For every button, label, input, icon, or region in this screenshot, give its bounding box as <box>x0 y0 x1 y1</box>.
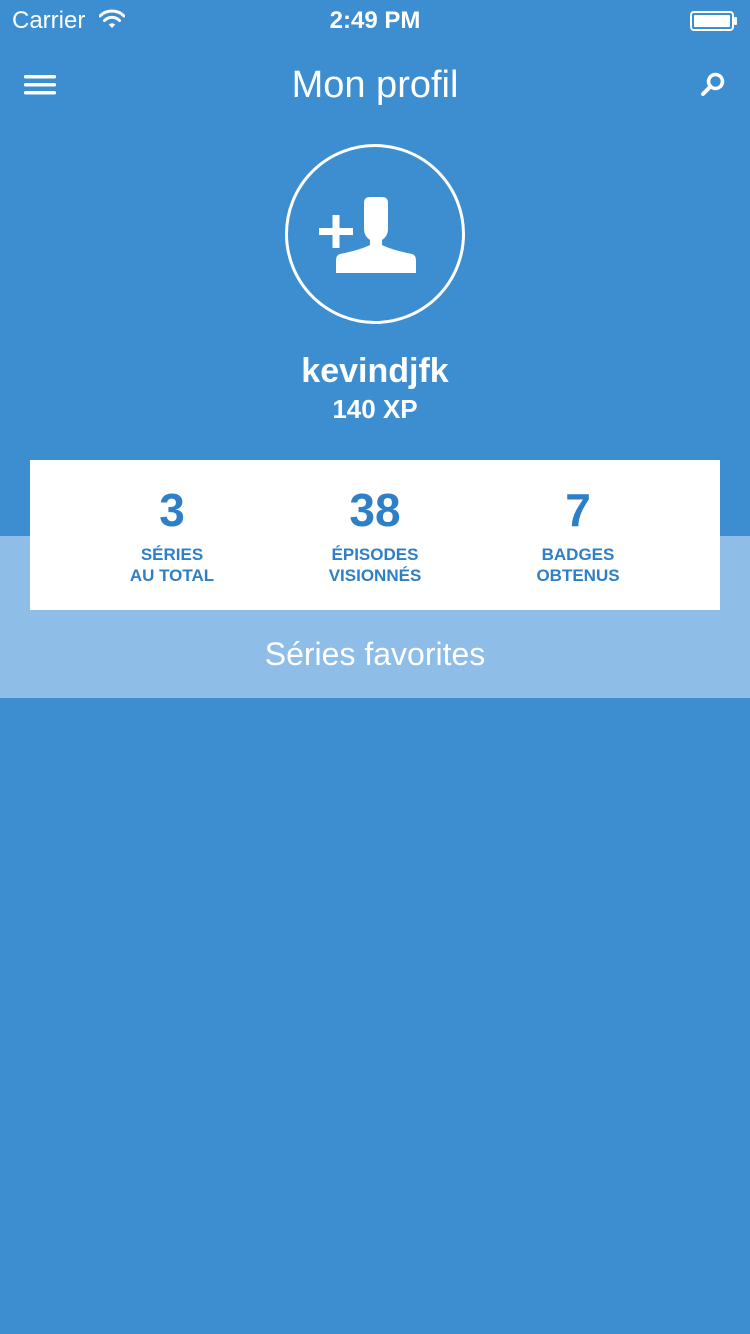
search-icon[interactable] <box>688 60 738 110</box>
stat-series-total: 3 SÉRIES AU TOTAL <box>57 460 287 610</box>
stat-label-line1: SÉRIES <box>140 545 204 564</box>
stat-label-line1: ÉPISODES <box>331 545 419 564</box>
battery-icon <box>690 11 738 31</box>
page-title: Mon profil <box>291 64 459 106</box>
stats-card: 3 SÉRIES AU TOTAL 38 ÉPISODES VISIONNÉS … <box>30 460 720 610</box>
stat-value: 38 <box>349 484 401 536</box>
add-user-icon <box>319 197 416 273</box>
stat-episodes-watched: 38 ÉPISODES VISIONNÉS <box>260 460 490 610</box>
status-time: 2:49 PM <box>329 7 421 34</box>
stat-label-line2: VISIONNÉS <box>328 566 422 585</box>
stat-badges-earned: 7 BADGES OBTENUS <box>463 460 693 610</box>
username: kevindjfk <box>301 352 449 390</box>
status-bar: Carrier 2:49 PM <box>0 0 750 40</box>
xp-points: 140 XP <box>332 394 418 424</box>
nav-bar: Mon profil <box>0 40 750 130</box>
stat-label-line1: BADGES <box>541 545 615 564</box>
stat-value: 7 <box>565 484 591 536</box>
favorite-series-tab[interactable]: Séries favorites <box>0 632 750 676</box>
stat-label-line2: OBTENUS <box>536 566 620 585</box>
add-profile-photo-button[interactable] <box>285 144 465 324</box>
stat-label-line2: AU TOTAL <box>129 566 215 585</box>
hamburger-menu-icon[interactable] <box>14 60 66 110</box>
stat-value: 3 <box>159 484 185 536</box>
